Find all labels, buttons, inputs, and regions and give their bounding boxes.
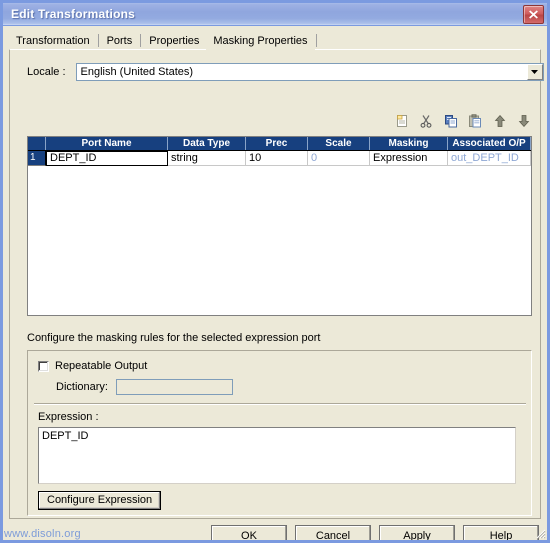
repeatable-output-label: Repeatable Output [55,360,148,372]
close-button[interactable] [523,5,544,24]
move-down-icon [518,115,530,128]
dictionary-row: Dictionary: [56,379,233,395]
dictionary-label: Dictionary: [56,381,108,393]
dictionary-input[interactable] [115,379,233,395]
cell-prec[interactable]: 10 [246,151,308,166]
resize-grip-icon [536,529,546,539]
tab-ports[interactable]: Ports [100,32,140,50]
ports-grid-header: Port Name Data Type Prec Scale Masking A… [28,137,531,151]
repeatable-output-row[interactable]: Repeatable Output [38,360,147,372]
ok-button[interactable]: OK [211,525,287,540]
window-title: Edit Transformations [11,7,136,21]
masking-rules-group: Repeatable Output Dictionary: Expression… [27,350,532,516]
locale-row: Locale : English (United States) [27,63,544,81]
locale-label: Locale : [27,66,66,78]
cell-port-name[interactable]: DEPT_ID [46,151,168,166]
new-port-button[interactable] [393,112,411,130]
move-up-icon [494,114,505,127]
paste-button[interactable] [466,112,484,130]
tab-separator [97,34,99,47]
repeatable-output-checkbox[interactable] [38,360,49,372]
expression-label: Expression : [38,411,99,423]
copy-icon [444,115,457,128]
dialog-client-area: Transformation Ports Properties Masking … [3,26,547,540]
tab-separator [140,34,142,47]
column-header-data-type[interactable]: Data Type [168,137,246,150]
resize-grip[interactable] [534,527,546,539]
row-number[interactable]: 1 [28,151,46,166]
apply-button[interactable]: Apply [379,525,455,540]
close-icon [529,10,538,19]
help-button[interactable]: Help [463,525,539,540]
tab-separator [315,34,317,47]
edit-transformations-dialog: Edit Transformations Transformation Port… [0,0,550,543]
column-header-scale[interactable]: Scale [308,137,370,150]
locale-dropdown-button[interactable] [526,64,543,80]
locale-combobox[interactable]: English (United States) [75,63,544,81]
expression-textarea[interactable]: DEPT_ID [38,427,516,484]
copy-button[interactable] [442,112,460,130]
paste-icon [469,114,482,128]
cell-scale[interactable]: 0 [308,151,370,166]
ports-grid: Port Name Data Type Prec Scale Masking A… [27,136,532,316]
grid-toolbar [393,112,533,130]
configure-expression-button[interactable]: Configure Expression [38,491,162,510]
move-down-button[interactable] [515,112,533,130]
column-header-prec[interactable]: Prec [246,137,308,150]
new-icon [397,115,407,127]
dialog-button-bar: OK Cancel Apply Help [211,525,539,540]
cell-associated-op[interactable]: out_DEPT_ID [448,151,531,166]
chevron-down-icon [531,70,539,74]
watermark: www.disoln.org [4,528,81,540]
tab-masking-properties[interactable]: Masking Properties [206,32,315,50]
group-divider [34,403,526,405]
move-up-button[interactable] [491,112,509,130]
cut-icon [420,115,432,128]
tab-strip: Transformation Ports Properties Masking … [9,31,541,50]
column-header-masking[interactable]: Masking [370,137,448,150]
cancel-button[interactable]: Cancel [295,525,371,540]
locale-selected-value: English (United States) [80,66,194,78]
cell-data-type[interactable]: string [168,151,246,166]
cut-button[interactable] [417,112,435,130]
masking-rules-caption: Configure the masking rules for the sele… [27,332,321,344]
title-bar[interactable]: Edit Transformations [3,3,547,26]
column-header-associated-op[interactable]: Associated O/P [448,137,531,150]
cell-masking[interactable]: Expression [370,151,448,166]
ports-grid-body: 1 DEPT_ID string 10 0 Expression out_DEP… [28,151,531,315]
grid-corner-header[interactable] [28,137,46,150]
column-header-port-name[interactable]: Port Name [46,137,168,150]
table-row[interactable]: 1 DEPT_ID string 10 0 Expression out_DEP… [28,151,531,166]
tab-transformation[interactable]: Transformation [9,32,97,50]
tab-properties[interactable]: Properties [142,32,206,50]
